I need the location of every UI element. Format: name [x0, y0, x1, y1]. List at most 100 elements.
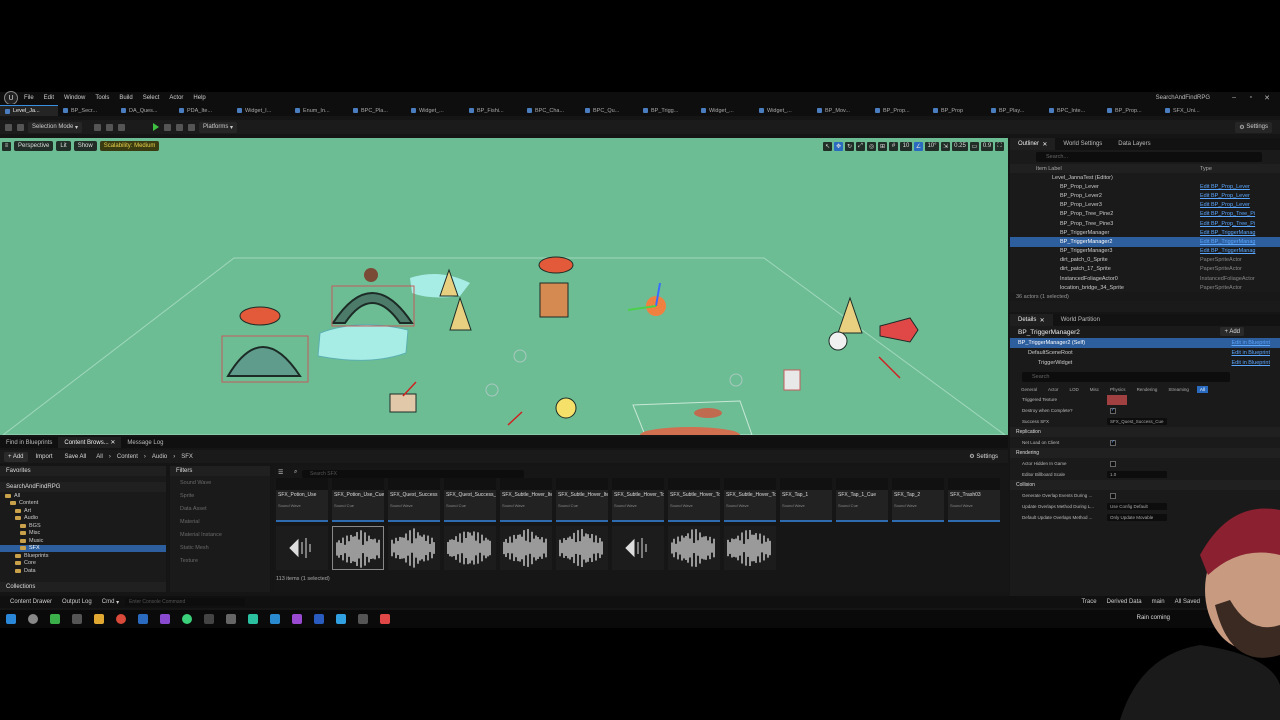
component-row[interactable]: TriggerWidget Edit in Blueprint — [1010, 358, 1280, 368]
outliner-row[interactable]: BP_TriggerManager Edit BP_TriggerManag — [1010, 228, 1280, 237]
surface-snap-icon[interactable]: ⊞ — [878, 141, 887, 151]
asset-tab[interactable]: BP_Trigg... — [638, 105, 696, 116]
npc-sprite[interactable] — [364, 268, 378, 282]
stop-icon[interactable] — [176, 123, 184, 131]
save-icon[interactable] — [5, 123, 12, 131]
spotify-icon[interactable] — [182, 614, 192, 624]
menu-tools[interactable]: Tools — [95, 95, 109, 101]
perspective-button[interactable]: Perspective — [14, 141, 54, 151]
tab-content-browser[interactable]: Content Brows... ✕ — [58, 437, 122, 448]
lever-sprite-2[interactable] — [783, 369, 801, 391]
camera-speed-value[interactable]: 0.9 — [981, 141, 993, 151]
details-filter-chip[interactable]: Streaming — [1165, 386, 1192, 393]
folder-tree-item[interactable]: SFX — [0, 544, 166, 552]
console-input[interactable]: Enter Console Command — [125, 598, 246, 606]
rotation-snap-value[interactable]: 10° — [925, 141, 939, 151]
app-icon[interactable] — [226, 614, 236, 624]
cinematics-icon[interactable] — [118, 123, 126, 131]
menu-build[interactable]: Build — [119, 95, 132, 101]
cb-save-all-button[interactable]: Save All — [61, 452, 91, 462]
outliner-row[interactable]: BP_Prop_Lever Edit BP_Prop_Lever — [1010, 182, 1280, 191]
viewport-menu-icon[interactable]: ≡ — [2, 141, 11, 151]
camera-speed-icon[interactable]: ▭ — [970, 141, 979, 151]
asset-tab[interactable]: BPC_Pla... — [348, 105, 406, 116]
outliner-row[interactable]: InstancedFoliageActor0 InstancedFoliageAc… — [1010, 274, 1280, 283]
outliner-row-type[interactable]: Edit BP_TriggerManag — [1200, 239, 1266, 245]
outliner-search-input[interactable]: Search... — [1036, 152, 1262, 162]
edit-in-blueprint-link[interactable]: Edit in Blueprint — [1231, 340, 1270, 346]
menu-select[interactable]: Select — [143, 95, 160, 101]
app-icon[interactable] — [248, 614, 258, 624]
details-filter-chip[interactable]: LOD — [1067, 386, 1082, 393]
asset-tab[interactable]: BP_Prop — [928, 105, 986, 116]
asset-tab[interactable]: BP_Fishi... — [464, 105, 522, 116]
minimize-icon[interactable]: – — [1232, 94, 1236, 101]
asset-filter-item[interactable]: Sound Wave — [170, 476, 270, 489]
asset-filter-item[interactable]: Texture — [170, 554, 270, 567]
unreal-logo-icon[interactable]: U — [4, 91, 18, 105]
folder-icon[interactable] — [94, 614, 104, 624]
waveform-tile[interactable] — [724, 526, 776, 570]
output-log-button[interactable]: Output Log — [62, 599, 92, 605]
tab-world-partition[interactable]: World Partition — [1053, 314, 1108, 326]
tab-details[interactable]: Details ✕ — [1010, 314, 1053, 326]
trigger-icon[interactable] — [513, 349, 527, 363]
outliner-row[interactable]: dirt_patch_17_Sprite PaperSpriteActor — [1010, 265, 1280, 274]
asset-tab[interactable]: BP_Prop... — [1102, 105, 1160, 116]
asset-tile[interactable]: SFX_Potion_Use Sound Wave — [276, 478, 328, 522]
chrome-icon[interactable] — [116, 614, 126, 624]
tree-pine-sprite-2[interactable] — [449, 296, 472, 331]
property-checkbox[interactable] — [1110, 407, 1116, 414]
asset-tab[interactable]: Widget_... — [696, 105, 754, 116]
unreal-icon[interactable] — [358, 614, 368, 624]
component-row[interactable]: DefaultSceneRoot Edit in Blueprint — [1010, 348, 1280, 358]
asset-filter-item[interactable]: Data Asset — [170, 502, 270, 515]
breadcrumb-content[interactable]: Content — [117, 454, 138, 460]
asset-tile[interactable]: SFX_Quest_Success Sound Wave — [388, 478, 440, 522]
waveform-tile[interactable] — [388, 526, 440, 570]
asset-tile[interactable]: SFX_Subtle_Hover_Items Sound Wave — [500, 478, 552, 522]
asset-tile[interactable]: SFX_Tap_1_Cue Sound Cue — [836, 478, 888, 522]
asset-tab[interactable]: BPC_Qu... — [580, 105, 638, 116]
outliner-row[interactable]: Level_JannaTest (Editor) — [1010, 173, 1280, 182]
maximize-viewport-icon[interactable]: ⛶ — [995, 141, 1004, 151]
outliner-row-type[interactable]: Edit BP_Prop_Lever — [1200, 184, 1266, 190]
asset-tab[interactable]: BP_Mov... — [812, 105, 870, 116]
folder-tree-item[interactable]: Misc — [0, 530, 166, 538]
asset-tab[interactable]: PDA_Ite... — [174, 105, 232, 116]
scale-icon[interactable]: ⤢ — [856, 141, 865, 151]
flower-sprite[interactable] — [555, 397, 577, 419]
translate-icon[interactable]: ✥ — [834, 141, 843, 151]
trigger-icon-3[interactable] — [485, 383, 499, 397]
asset-tile[interactable]: SFX_Tap_1 Sound Wave — [780, 478, 832, 522]
favorites-header[interactable]: Favorites — [0, 466, 166, 476]
asset-filter-item[interactable]: Material — [170, 515, 270, 528]
property-checkbox[interactable] — [1110, 439, 1116, 446]
dirt-patch-sprite-2[interactable] — [640, 427, 740, 435]
asset-tile[interactable]: SFX_Subtle_Hover_Touch_Stone_1 Sound Wave — [612, 478, 664, 522]
menu-actor[interactable]: Actor — [169, 95, 183, 101]
breadcrumb-all[interactable]: All — [96, 454, 103, 460]
dirt-patch-sprite[interactable] — [694, 408, 722, 418]
rock-pile-sprite[interactable] — [226, 346, 302, 377]
cmd-button[interactable]: Cmd ▾ — [102, 599, 119, 606]
asset-tab[interactable]: SFX_Uni... — [1160, 105, 1218, 116]
asset-tab[interactable]: BP_Secr... — [58, 105, 116, 116]
details-filter-chip[interactable]: Misc — [1087, 386, 1102, 393]
browse-icon[interactable] — [17, 123, 24, 131]
eject-icon[interactable] — [188, 123, 196, 131]
asset-tab[interactable]: DA_Ques... — [116, 105, 174, 116]
asset-tile[interactable]: SFX_Trash03 Sound Wave — [948, 478, 1000, 522]
asset-tab[interactable]: Level_Ja... — [0, 105, 58, 116]
folder-tree-item[interactable]: Music — [0, 537, 166, 545]
tab-world-settings[interactable]: World Settings — [1055, 138, 1110, 150]
waveform-tile[interactable] — [276, 526, 328, 570]
waveform-tile[interactable] — [612, 526, 664, 570]
collections-header[interactable]: Collections — [0, 582, 166, 592]
outliner-row[interactable]: BP_Prop_Tree_Pine3 Edit BP_Prop_Tree_Pi — [1010, 219, 1280, 228]
scalability-badge[interactable]: Scalability: Medium — [99, 141, 160, 151]
rotation-snap-icon[interactable]: ∠ — [914, 141, 923, 151]
property-value[interactable]: 1.0 — [1107, 471, 1167, 478]
outliner-row[interactable]: BP_TriggerManager2 Edit BP_TriggerManag — [1010, 237, 1280, 247]
grid-snap-icon[interactable]: # — [889, 141, 898, 151]
